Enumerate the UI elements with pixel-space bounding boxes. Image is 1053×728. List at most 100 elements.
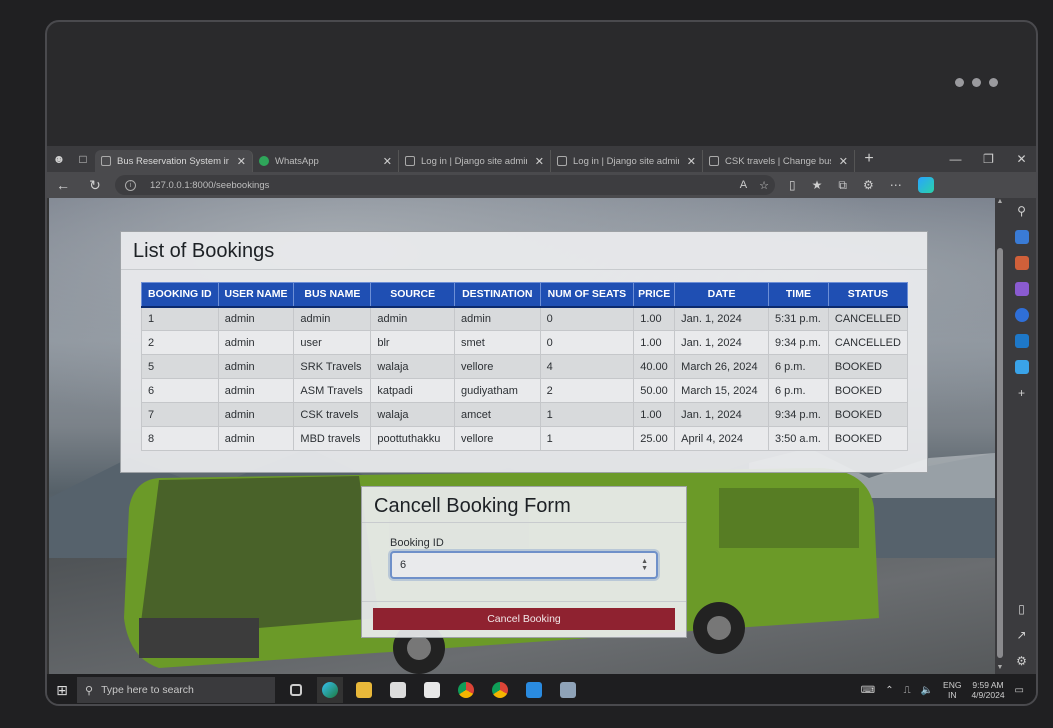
settings-gear-icon[interactable]: ⚙: [1016, 654, 1027, 668]
refresh-icon[interactable]: ↻: [79, 177, 111, 194]
tab-whatsapp[interactable]: WhatsApp ✕: [253, 150, 399, 172]
add-icon[interactable]: +: [1018, 386, 1025, 400]
column-header: PRICE: [633, 282, 676, 308]
table-row: 6 admin ASM Travels katpadi gudiyatham 2…: [141, 378, 909, 403]
booking-id-input[interactable]: 6 ▲ ▼: [390, 551, 658, 579]
outlook-icon[interactable]: [1014, 334, 1029, 348]
scrollbar-thumb[interactable]: [997, 248, 1003, 658]
cell-price: 25.00: [633, 426, 676, 451]
search-icon[interactable]: ⚲: [1017, 204, 1026, 218]
cell-time: 9:34 p.m.: [767, 402, 829, 427]
cell-status: BOOKED: [827, 426, 909, 451]
more-options-icon[interactable]: [955, 78, 998, 87]
cell-destination: vellore: [453, 354, 541, 379]
cancel-booking-panel: Cancell Booking Form Booking ID 6 ▲ ▼ Can…: [361, 486, 687, 638]
close-icon[interactable]: ✕: [687, 155, 696, 168]
minimize-icon[interactable]: —: [939, 152, 972, 166]
cell-date: Jan. 1, 2024: [674, 330, 769, 355]
close-icon[interactable]: ✕: [383, 155, 392, 168]
cell-num-seats: 2: [539, 378, 635, 403]
page-scrollbar[interactable]: ▲ ▼: [995, 198, 1005, 674]
tray-chevron-icon[interactable]: ⌃: [885, 685, 893, 696]
mail-icon[interactable]: [419, 677, 445, 703]
notification-icon[interactable]: ▭: [1015, 685, 1024, 696]
file-explorer-icon[interactable]: [351, 677, 377, 703]
number-spinner-icon[interactable]: ▲ ▼: [641, 558, 648, 572]
cell-status: BOOKED: [827, 354, 909, 379]
open-external-icon[interactable]: ↗: [1016, 628, 1026, 642]
cell-status: CANCELLED: [827, 306, 909, 331]
back-icon[interactable]: ←: [47, 177, 79, 193]
network-icon[interactable]: ⎍: [904, 685, 911, 696]
restore-icon[interactable]: ❐: [972, 152, 1005, 166]
edge-icon[interactable]: [317, 677, 343, 703]
column-header: STATUS: [827, 282, 909, 308]
cancel-booking-button[interactable]: Cancel Booking: [373, 608, 675, 630]
cell-status: BOOKED: [827, 378, 909, 403]
language-indicator[interactable]: ENG IN: [943, 680, 961, 700]
m365-icon[interactable]: [1014, 308, 1029, 322]
tab-csk-travels[interactable]: CSK travels | Change bus | D ✕: [703, 150, 855, 172]
cell-date: April 4, 2024: [674, 426, 769, 451]
games-icon[interactable]: [1014, 282, 1029, 296]
close-icon[interactable]: ✕: [535, 155, 544, 168]
toolbox-icon[interactable]: [1014, 256, 1029, 270]
close-window-icon[interactable]: ✕: [1005, 152, 1036, 166]
cell-bus-name: MBD travels: [293, 426, 372, 451]
cell-source: walaja: [370, 402, 455, 427]
task-view-icon[interactable]: [283, 677, 309, 703]
more-icon[interactable]: ⋯: [890, 178, 902, 192]
read-aloud-icon[interactable]: A: [740, 179, 747, 192]
collections-icon[interactable]: ⧉: [838, 178, 847, 193]
cell-bus-name: admin: [293, 306, 372, 331]
volume-icon[interactable]: 🔈: [921, 685, 933, 696]
favorite-star-icon[interactable]: ☆: [759, 179, 769, 192]
clock[interactable]: 9:59 AM 4/9/2024: [971, 680, 1004, 700]
cell-num-seats: 0: [539, 330, 635, 355]
cell-booking-id: 7: [141, 402, 219, 427]
cell-date: March 26, 2024: [674, 354, 769, 379]
vscode-icon[interactable]: [521, 677, 547, 703]
favorites-icon[interactable]: ★: [812, 178, 823, 192]
new-tab-icon[interactable]: +: [855, 150, 883, 168]
chrome-icon[interactable]: [453, 677, 479, 703]
tab-actions-icon[interactable]: □: [71, 146, 95, 172]
cell-bus-name: user: [293, 330, 372, 355]
shopping-tag-icon[interactable]: [1014, 230, 1029, 244]
keyboard-icon[interactable]: ⌨: [861, 685, 875, 696]
table-row: 7 admin CSK travels walaja amcet 1 1.00 …: [141, 402, 909, 427]
tab-bus-reservation[interactable]: Bus Reservation System in D ✕: [95, 150, 253, 172]
store-icon[interactable]: [385, 677, 411, 703]
taskbar-search-box[interactable]: ⚲ Type here to search: [77, 677, 275, 703]
close-icon[interactable]: ✕: [237, 155, 246, 168]
tab-django-admin-1[interactable]: Log in | Django site admin ✕: [399, 150, 551, 172]
windows-start-icon[interactable]: ⊞: [47, 682, 77, 699]
photos-icon[interactable]: [555, 677, 581, 703]
bookings-title: List of Bookings: [121, 232, 927, 270]
browser-sidebar: ⚲ + ▯ ↗ ⚙: [1005, 198, 1036, 674]
browser-address-bar: ← ↻ i 127.0.0.1:8000/seebookings A ☆ ▯ ★…: [47, 172, 1036, 198]
cell-time: 6 p.m.: [767, 354, 829, 379]
table-row: 8 admin MBD travels poottuthakku vellore…: [141, 426, 909, 451]
cell-num-seats: 0: [539, 306, 635, 331]
scroll-up-icon[interactable]: ▲: [995, 198, 1005, 208]
sidebar-panel-icon[interactable]: ▯: [1018, 602, 1025, 616]
page-icon: [557, 156, 567, 166]
chrome-profile-icon[interactable]: [487, 677, 513, 703]
split-screen-icon[interactable]: ▯: [789, 178, 796, 192]
copilot-icon[interactable]: [917, 177, 934, 193]
drop-icon[interactable]: [1014, 360, 1029, 374]
extensions-icon[interactable]: ⚙: [863, 178, 874, 192]
cell-booking-id: 6: [141, 378, 219, 403]
booking-id-label: Booking ID: [390, 537, 444, 549]
info-icon[interactable]: i: [125, 179, 136, 191]
table-header-row: BOOKING ID USER NAME BUS NAME SOURCE DES…: [141, 282, 909, 308]
cell-user-name: admin: [217, 330, 295, 355]
close-icon[interactable]: ✕: [839, 155, 848, 168]
url-bar[interactable]: i 127.0.0.1:8000/seebookings A ☆: [115, 175, 775, 195]
table-row: 1 admin admin admin admin 0 1.00 Jan. 1,…: [141, 306, 909, 331]
scroll-down-icon[interactable]: ▼: [995, 664, 1005, 674]
cell-price: 50.00: [633, 378, 676, 403]
profile-icon[interactable]: ☻: [47, 146, 71, 172]
tab-django-admin-2[interactable]: Log in | Django site admin ✕: [551, 150, 703, 172]
